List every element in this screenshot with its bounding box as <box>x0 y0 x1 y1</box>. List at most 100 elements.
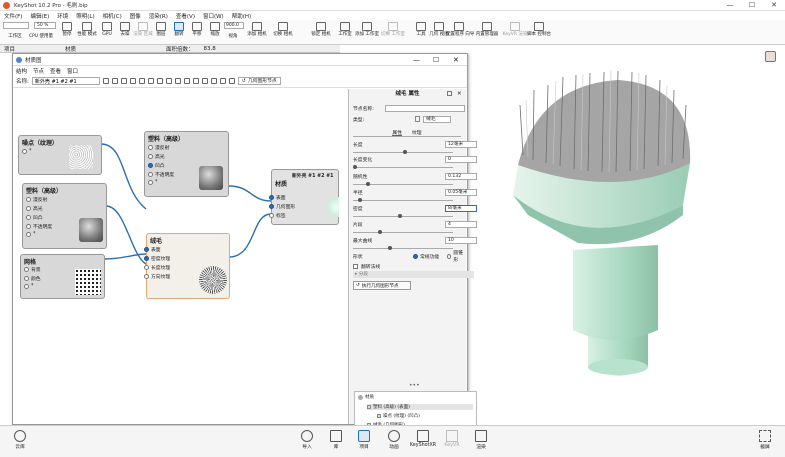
minimize-button[interactable]: — <box>720 0 740 11</box>
render-viewport[interactable] <box>468 45 785 425</box>
segments-input[interactable]: 4 <box>445 220 477 228</box>
slider-knob[interactable] <box>388 246 392 250</box>
node-port[interactable]: 不透明度 <box>148 171 174 178</box>
node-port[interactable]: 高光 <box>148 153 165 160</box>
node-port[interactable]: 标签 <box>269 212 286 219</box>
menu-window[interactable]: 窗口(W) <box>203 12 224 20</box>
material-output-node[interactable]: 新外壳 #1 #2 #1 材质 表面 几何图形 标签 <box>269 169 339 225</box>
script-console-button[interactable]: 脚本 控制台 <box>526 20 552 45</box>
lock-camera-button[interactable]: 锁定 相机 <box>308 20 334 45</box>
close-button[interactable]: ✕ <box>764 0 784 11</box>
material-name-input[interactable] <box>31 77 100 85</box>
animation-button[interactable]: 动画 <box>380 430 408 450</box>
noise-texture-node[interactable]: 噪点（纹理） * <box>18 135 102 175</box>
randomness-slider[interactable] <box>353 182 453 186</box>
execute-geometry-node-button[interactable]: ↺ 执行几何图形节点 <box>353 281 411 290</box>
node-port[interactable]: 几何图形 <box>269 203 295 210</box>
radius-slider[interactable] <box>353 198 453 202</box>
screenshot-button[interactable]: 截屏 <box>751 430 779 450</box>
menu-environment[interactable]: 环境 <box>57 12 68 20</box>
menu-help[interactable]: 帮助(H) <box>232 12 251 20</box>
texture-icon[interactable] <box>192 78 199 84</box>
project-button[interactable]: 项目 <box>350 430 378 450</box>
graph-menu-structure[interactable]: 结构 <box>16 67 27 75</box>
graph-menu-node[interactable]: 节点 <box>33 67 44 75</box>
length-input[interactable]: 12毫米 <box>445 140 477 148</box>
keyvr-button[interactable]: KeyVR <box>438 430 466 448</box>
delete-icon[interactable] <box>183 78 190 84</box>
menu-camera[interactable]: 相机(C) <box>103 12 122 20</box>
workspace-button[interactable]: 工作区 <box>2 26 28 45</box>
menu-image[interactable]: 图像 <box>130 12 141 20</box>
node-port[interactable]: 凹凸 <box>148 162 165 169</box>
perspective-button[interactable]: 视角 <box>220 26 246 45</box>
max-curve-input[interactable]: 10 <box>445 236 477 244</box>
menu-edit[interactable]: 编辑(E) <box>30 12 49 20</box>
node-port[interactable]: 密度纹理 <box>144 255 170 262</box>
type-dropdown[interactable]: 绒毛 <box>423 115 451 123</box>
plastic-advanced-node-top[interactable]: 塑料（高级） 漫反射 高光 凹凸 不透明度 * <box>144 131 229 197</box>
slider-knob[interactable] <box>366 182 370 186</box>
flip-normals-row[interactable]: 翻转法线 <box>353 262 465 270</box>
segments-collapsible[interactable]: ▸ 分段 <box>353 271 474 278</box>
link-icon[interactable] <box>210 78 217 84</box>
tree-item[interactable]: 材质 <box>358 394 374 400</box>
length-variation-slider[interactable] <box>353 165 453 169</box>
split-icon[interactable] <box>219 78 226 84</box>
node-port[interactable]: 颜色 <box>24 275 41 282</box>
layout-icon[interactable] <box>147 78 154 84</box>
node-name-input[interactable] <box>385 104 465 112</box>
plastic-advanced-node-left[interactable]: 塑料（高级） 漫反射 高光 凹凸 不透明度 * <box>22 183 107 249</box>
menu-render[interactable]: 渲染(R) <box>149 12 168 20</box>
tab-textures[interactable]: 纹理 <box>412 129 422 136</box>
graph-close-button[interactable]: ✕ <box>453 56 459 64</box>
flip-normals-checkbox[interactable] <box>353 263 358 269</box>
node-port[interactable]: * <box>148 180 157 185</box>
shape-radio-cone[interactable]: 圆锥形 <box>447 249 465 263</box>
node-port[interactable]: 背景 <box>24 266 41 273</box>
node-port[interactable]: * <box>24 284 33 289</box>
slider-knob[interactable] <box>353 165 357 169</box>
dropper-icon[interactable] <box>201 78 208 84</box>
node-port[interactable]: 表面 <box>269 194 286 201</box>
tab-properties[interactable]: 属性 <box>392 129 402 136</box>
graph-menu-view[interactable]: 查看 <box>50 67 61 75</box>
node-port[interactable]: 表面 <box>144 246 161 253</box>
library-button[interactable]: 库 <box>322 430 350 450</box>
length-slider[interactable] <box>353 150 453 154</box>
material-tab[interactable]: 材质 <box>65 45 76 53</box>
grid-texture-node[interactable]: 网格 背景 颜色 * <box>20 254 105 299</box>
copy-icon[interactable] <box>165 78 172 84</box>
node-port[interactable]: 漫反射 <box>148 144 169 151</box>
panel-close-icon[interactable]: ✕ <box>457 89 462 99</box>
tree-item[interactable]: 噪点 (纹理) (凹凸) <box>377 413 420 419</box>
node-graph-canvas[interactable]: 噪点（纹理） * 塑料（高级） 漫反射 高光 凹凸 不透明度 * 塑料（高级） … <box>16 89 339 424</box>
menu-lighting[interactable]: 照明(L) <box>76 12 94 20</box>
randomness-input[interactable]: 0.132 <box>445 172 477 180</box>
render-button[interactable]: 渲染 <box>467 430 495 450</box>
node-port[interactable]: 漫反射 <box>26 196 47 203</box>
grid-icon[interactable] <box>111 78 118 84</box>
segments-slider[interactable] <box>353 230 453 234</box>
fuzz-node[interactable]: 绒毛 表面 密度纹理 长度纹理 方向纹理 <box>144 233 230 299</box>
tree-splitter-dots[interactable]: ••• <box>409 382 420 389</box>
save-icon[interactable] <box>120 78 127 84</box>
target-icon[interactable] <box>138 78 145 84</box>
graph-minimize-button[interactable]: — <box>413 56 420 64</box>
node-port[interactable]: 不透明度 <box>26 223 52 230</box>
slider-knob[interactable] <box>358 198 362 202</box>
keyvr-render-button[interactable]: KeyVR 渲染 <box>502 20 528 45</box>
switch-camera-button[interactable]: 切换 相机 <box>270 20 296 45</box>
add-studio-button[interactable]: 添加 工作室 <box>354 20 380 45</box>
keyshotxr-button[interactable]: KeyShotXR <box>409 430 437 448</box>
add-camera-button[interactable]: 添加 相机 <box>244 20 270 45</box>
slider-knob[interactable] <box>378 230 382 234</box>
switch-studio-button[interactable]: 切换 工作室 <box>380 20 406 45</box>
tree-item[interactable]: 塑料 (高级) (表面) <box>367 404 473 410</box>
node-port[interactable]: 凹凸 <box>26 214 43 221</box>
align-icon[interactable] <box>156 78 163 84</box>
camera-icon[interactable] <box>228 78 235 84</box>
paste-icon[interactable] <box>174 78 181 84</box>
import-button[interactable]: 导入 <box>293 430 321 450</box>
project-tab[interactable]: 项目 <box>4 45 15 53</box>
